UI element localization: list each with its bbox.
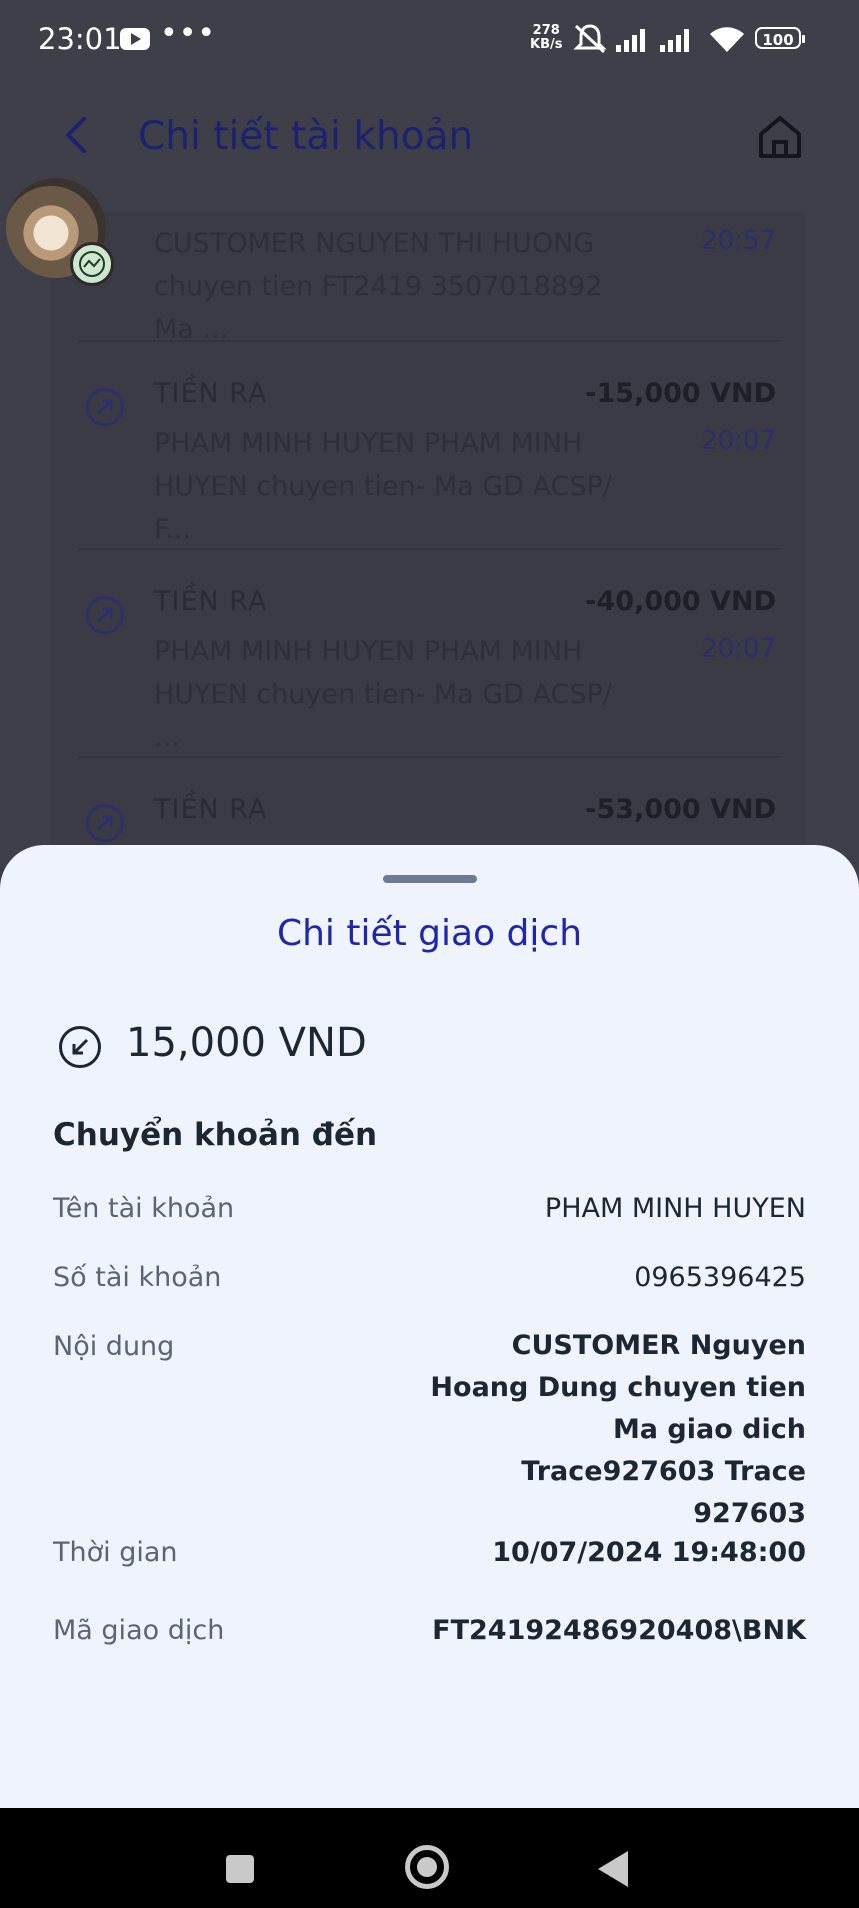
network-speed: 278 KB/s — [530, 24, 562, 52]
content-line: Hoang Dung chuyen tien — [430, 1372, 806, 1403]
content-line: Ma giao dich — [612, 1414, 806, 1445]
outgoing-arrow-icon — [86, 596, 124, 634]
transaction-desc-line2: HUYEN chuyen tien- Ma GD ACSP/ F... — [154, 471, 612, 545]
battery-icon: 100 — [755, 27, 805, 49]
transaction-detail-sheet: Chi tiết giao dịch 15,000 VND Chuyển kho… — [0, 845, 859, 1808]
content-label: Nội dung — [53, 1331, 175, 1362]
floating-chat-bubble[interactable] — [6, 178, 114, 286]
divider — [78, 756, 780, 758]
content-line: Trace927603 Trace 927603 — [521, 1456, 806, 1529]
network-speed-value: 278 — [532, 23, 560, 38]
content-value: CUSTOMER Nguyen Hoang Dung chuyen tien M… — [406, 1325, 806, 1535]
transaction-amount: -53,000 VND — [585, 794, 776, 825]
mute-bell-icon — [573, 24, 607, 54]
transaction-list: CUSTOMER NGUYEN THI HUONG 20:57 chuyen t… — [50, 212, 806, 852]
outgoing-arrow-icon — [86, 804, 124, 842]
transaction-time: 20:07 — [701, 426, 776, 456]
transaction-type: TIỀN RA — [154, 378, 268, 409]
transaction-time: 20:07 — [701, 634, 776, 664]
account-name-value: PHAM MINH HUYEN — [544, 1193, 806, 1224]
transaction-desc-line1: CUSTOMER NGUYEN THI HUONG — [154, 228, 595, 259]
time-value: 10/07/2024 19:48:00 — [492, 1537, 806, 1568]
account-number-label: Số tài khoản — [53, 1262, 222, 1293]
transaction-type: TIỀN RA — [154, 794, 268, 825]
youtube-icon — [120, 28, 150, 50]
page-title: Chi tiết tài khoản — [138, 114, 474, 159]
home-icon[interactable] — [755, 112, 805, 162]
recents-button[interactable] — [226, 1855, 254, 1883]
transaction-time: 20:57 — [701, 226, 776, 256]
divider — [78, 548, 780, 550]
system-nav-bar — [0, 1808, 859, 1908]
time-label: Thời gian — [53, 1537, 178, 1568]
signal-2-icon — [660, 29, 689, 52]
signal-1-icon — [616, 29, 645, 52]
transaction-desc-line2: chuyen tien FT2419 3507018892 Ma ... — [154, 271, 603, 345]
transaction-amount: -40,000 VND — [585, 586, 776, 617]
section-title: Chuyển khoản đến — [53, 1117, 378, 1153]
divider — [78, 340, 780, 342]
more-notifications-icon: ••• — [160, 16, 217, 51]
network-speed-unit: KB/s — [530, 37, 563, 52]
account-number-value: 0965396425 — [634, 1262, 806, 1293]
back-button[interactable] — [598, 1851, 628, 1887]
back-arrow-icon[interactable] — [62, 115, 92, 155]
account-name-label: Tên tài khoản — [53, 1193, 235, 1224]
outgoing-arrow-icon — [86, 388, 124, 426]
transaction-amount: -15,000 VND — [585, 378, 776, 409]
content-line: CUSTOMER Nguyen — [511, 1330, 806, 1361]
incoming-arrow-icon — [59, 1026, 101, 1068]
sheet-title: Chi tiết giao dịch — [276, 913, 583, 954]
transaction-desc-line1: PHAM MINH HUYEN PHAM MINH — [154, 636, 583, 667]
transaction-desc-line2: HUYEN chuyen tien- Ma GD ACSP/ ... — [154, 679, 612, 753]
transaction-type: TIỀN RA — [154, 586, 268, 617]
status-time: 23:01 — [38, 22, 122, 56]
drag-handle[interactable] — [383, 875, 477, 883]
wifi-icon — [710, 27, 744, 52]
transaction-amount-large: 15,000 VND — [126, 1020, 367, 1066]
transaction-desc-line1: PHAM MINH HUYEN PHAM MINH — [154, 428, 583, 459]
transaction-code-value: FT24192486920408\BNK — [432, 1615, 806, 1646]
status-bar: 23:01 ••• 278 KB/s 100 — [0, 0, 859, 80]
chart-badge-icon — [70, 242, 114, 286]
transaction-code-label: Mã giao dịch — [53, 1615, 225, 1646]
home-button[interactable] — [405, 1845, 449, 1889]
